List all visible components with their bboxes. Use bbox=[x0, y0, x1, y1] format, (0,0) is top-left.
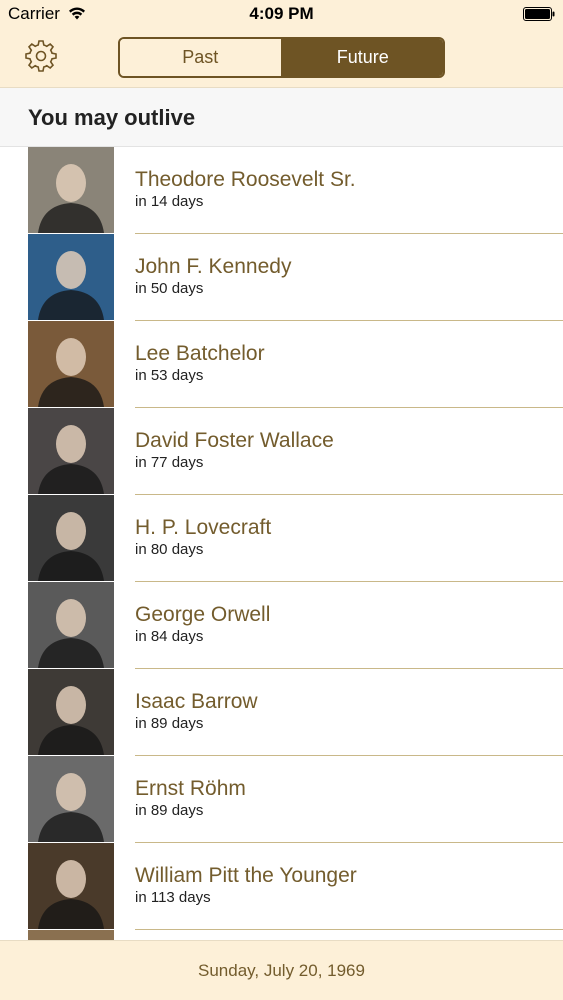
section-title: You may outlive bbox=[28, 105, 196, 130]
section-header: You may outlive bbox=[0, 88, 563, 147]
status-bar: Carrier 4:09 PM bbox=[0, 0, 563, 30]
list-item[interactable] bbox=[0, 930, 563, 940]
list-item[interactable]: Lee Batchelor in 53 days bbox=[0, 321, 563, 408]
person-text: Isaac Barrow in 89 days bbox=[135, 689, 258, 733]
list-item[interactable]: Isaac Barrow in 89 days bbox=[0, 669, 563, 756]
person-photo bbox=[28, 669, 114, 755]
person-name: H. P. Lovecraft bbox=[135, 516, 272, 539]
person-text: David Foster Wallace in 77 days bbox=[135, 428, 334, 472]
person-text: Theodore Roosevelt Sr. in 14 days bbox=[135, 167, 356, 211]
gear-icon[interactable] bbox=[24, 39, 58, 73]
person-countdown: in 77 days bbox=[135, 454, 204, 471]
person-photo bbox=[28, 756, 114, 842]
person-photo bbox=[28, 234, 114, 320]
person-name: Ernst Röhm bbox=[135, 777, 246, 800]
segment-future[interactable]: Future bbox=[280, 39, 443, 76]
battery-icon bbox=[523, 7, 555, 21]
list-item[interactable]: William Pitt the Younger in 113 days bbox=[0, 843, 563, 930]
person-text: George Orwell in 84 days bbox=[135, 602, 270, 646]
footer-bar: Sunday, July 20, 1969 bbox=[0, 940, 563, 1000]
person-photo bbox=[28, 843, 114, 929]
person-text: Lee Batchelor in 53 days bbox=[135, 341, 265, 385]
person-photo bbox=[28, 582, 114, 668]
list-item[interactable]: Ernst Röhm in 89 days bbox=[0, 756, 563, 843]
person-photo bbox=[28, 147, 114, 233]
person-photo bbox=[28, 408, 114, 494]
person-countdown: in 89 days bbox=[135, 715, 204, 732]
person-countdown: in 50 days bbox=[135, 280, 204, 297]
person-name: Theodore Roosevelt Sr. bbox=[135, 168, 356, 191]
list-item[interactable]: Theodore Roosevelt Sr. in 14 days bbox=[0, 147, 563, 234]
person-text: John F. Kennedy in 50 days bbox=[135, 254, 291, 298]
status-time: 4:09 PM bbox=[249, 4, 314, 23]
person-photo bbox=[28, 495, 114, 581]
person-photo bbox=[28, 930, 114, 940]
person-countdown: in 113 days bbox=[135, 889, 211, 906]
person-countdown: in 84 days bbox=[135, 628, 204, 645]
past-future-segmented-control[interactable]: Past Future bbox=[118, 37, 445, 78]
person-photo bbox=[28, 321, 114, 407]
person-countdown: in 80 days bbox=[135, 541, 204, 558]
person-name: George Orwell bbox=[135, 603, 271, 626]
list-item[interactable]: John F. Kennedy in 50 days bbox=[0, 234, 563, 321]
person-text: Ernst Röhm in 89 days bbox=[135, 776, 246, 820]
person-name: David Foster Wallace bbox=[135, 429, 334, 452]
list-item[interactable]: David Foster Wallace in 77 days bbox=[0, 408, 563, 495]
person-name: Isaac Barrow bbox=[135, 690, 258, 713]
person-name: William Pitt the Younger bbox=[135, 864, 357, 887]
people-list[interactable]: Theodore Roosevelt Sr. in 14 days John F. … bbox=[0, 147, 563, 940]
person-text: H. P. Lovecraft in 80 days bbox=[135, 515, 271, 559]
list-item[interactable]: George Orwell in 84 days bbox=[0, 582, 563, 669]
person-countdown: in 53 days bbox=[135, 367, 204, 384]
list-item[interactable]: H. P. Lovecraft in 80 days bbox=[0, 495, 563, 582]
footer-date: Sunday, July 20, 1969 bbox=[198, 960, 365, 980]
person-countdown: in 89 days bbox=[135, 802, 204, 819]
person-text: William Pitt the Younger in 113 days bbox=[135, 863, 357, 907]
person-name: Lee Batchelor bbox=[135, 342, 265, 365]
person-countdown: in 14 days bbox=[135, 193, 204, 210]
person-name: John F. Kennedy bbox=[135, 255, 292, 278]
nav-bar: Past Future bbox=[0, 30, 563, 88]
segment-past[interactable]: Past bbox=[120, 39, 281, 76]
